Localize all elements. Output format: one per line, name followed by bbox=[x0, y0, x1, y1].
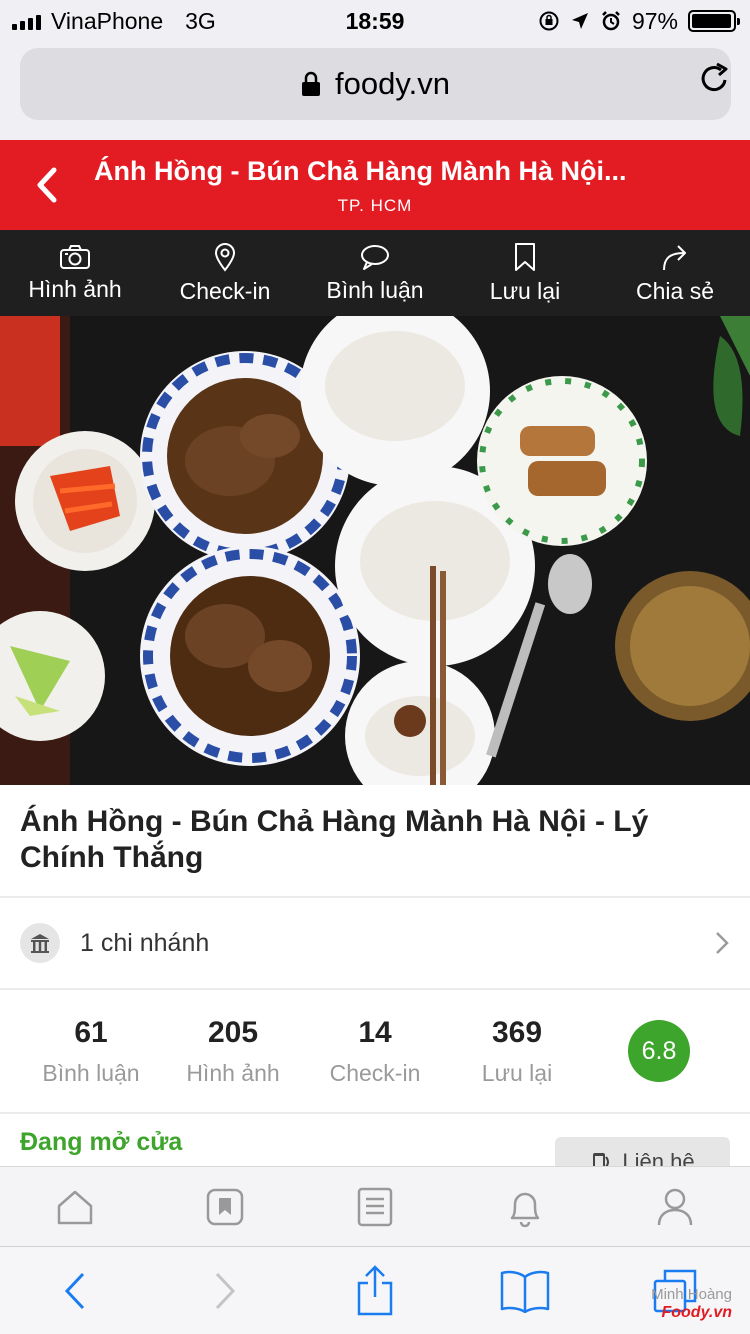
open-book-icon bbox=[500, 1270, 550, 1313]
stat-value: 205 bbox=[207, 1016, 259, 1049]
battery-icon bbox=[688, 10, 740, 32]
address-bar[interactable]: foody.vn bbox=[20, 48, 731, 120]
stat-photos[interactable]: 205 Hình ảnh bbox=[162, 1016, 304, 1087]
lock-icon bbox=[302, 71, 321, 96]
action-comment[interactable]: Bình luận bbox=[300, 230, 450, 316]
action-label: Bình luận bbox=[326, 276, 424, 303]
camera-icon bbox=[60, 244, 90, 269]
rating-score-badge[interactable]: 6.8 bbox=[628, 1020, 690, 1082]
chevron-right-icon bbox=[716, 932, 729, 954]
chevron-left-icon bbox=[64, 1272, 85, 1309]
stat-value: 14 bbox=[358, 1016, 392, 1049]
url-text: foody.vn bbox=[335, 66, 450, 101]
open-status: Đang mở cửa bbox=[20, 1128, 183, 1156]
stat-label: Hình ảnh bbox=[186, 1060, 280, 1086]
bookmarks-button[interactable] bbox=[450, 1269, 600, 1313]
reload-icon[interactable] bbox=[698, 60, 732, 96]
branch-count: 1 chi nhánh bbox=[80, 928, 210, 957]
browser-forward-button[interactable] bbox=[150, 1271, 300, 1311]
action-label: Lưu lại bbox=[489, 277, 561, 304]
comment-icon bbox=[361, 244, 389, 270]
share-sheet-icon bbox=[357, 1264, 393, 1315]
stat-saves[interactable]: 369 Lưu lại bbox=[446, 1016, 588, 1087]
stat-value: 369 bbox=[491, 1016, 543, 1049]
stat-checkins[interactable]: 14 Check-in bbox=[304, 1016, 446, 1087]
location-arrow-icon bbox=[571, 13, 588, 29]
food-photo-illustration bbox=[0, 316, 750, 785]
tab-feed[interactable] bbox=[300, 1187, 450, 1227]
page-header: Ánh Hồng - Bún Chả Hàng Mành Hà Nội... T… bbox=[0, 140, 750, 230]
storefront-icon bbox=[20, 923, 60, 963]
tab-collections[interactable] bbox=[150, 1188, 300, 1226]
city-label: TP. HCM bbox=[337, 196, 413, 215]
divider bbox=[0, 988, 750, 990]
list-document-icon bbox=[357, 1187, 393, 1226]
browser-toolbar bbox=[0, 1246, 750, 1334]
share-icon bbox=[663, 244, 686, 270]
photo-watermark: Minh Hoàng Foody.vn bbox=[651, 1286, 732, 1322]
carrier-name: VinaPhone bbox=[51, 7, 164, 34]
stat-label: Bình luận bbox=[42, 1060, 140, 1086]
browser-back-button[interactable] bbox=[0, 1271, 150, 1311]
watermark-author: Minh Hoàng bbox=[651, 1286, 732, 1303]
status-bar: VinaPhone 3G 18:59 97% bbox=[0, 0, 750, 42]
stat-label: Check-in bbox=[329, 1060, 421, 1086]
home-icon bbox=[57, 1190, 93, 1224]
share-button[interactable] bbox=[300, 1264, 450, 1317]
app-tab-bar bbox=[0, 1166, 750, 1246]
action-bar: Hình ảnh Check-in Bình luận Lưu lại Chia… bbox=[0, 230, 750, 316]
tab-notifications[interactable] bbox=[450, 1187, 600, 1227]
watermark-brand: Foody.vn bbox=[661, 1304, 732, 1321]
action-share[interactable]: Chia sẻ bbox=[600, 230, 750, 316]
action-photos[interactable]: Hình ảnh bbox=[0, 230, 150, 316]
bookmark-icon bbox=[515, 242, 535, 271]
stat-comments[interactable]: 61 Bình luận bbox=[20, 1016, 162, 1087]
battery-percent: 97% bbox=[631, 7, 678, 34]
action-save[interactable]: Lưu lại bbox=[450, 230, 600, 316]
user-icon bbox=[657, 1188, 693, 1225]
action-checkin[interactable]: Check-in bbox=[150, 230, 300, 316]
divider bbox=[0, 1112, 750, 1114]
bell-icon bbox=[510, 1192, 540, 1227]
stat-label: Lưu lại bbox=[481, 1060, 553, 1086]
network-type: 3G bbox=[185, 7, 216, 34]
tab-profile[interactable] bbox=[600, 1187, 750, 1227]
orientation-lock-icon bbox=[539, 11, 559, 31]
stats-row: 61 Bình luận 205 Hình ảnh 14 Check-in 36… bbox=[0, 1000, 750, 1110]
stat-value: 61 bbox=[74, 1016, 108, 1049]
chevron-right-icon bbox=[215, 1272, 236, 1309]
restaurant-name: Ánh Hồng - Bún Chả Hàng Mành Hà Nội - Lý… bbox=[20, 805, 649, 874]
browser-address-area: foody.vn bbox=[0, 42, 750, 140]
tab-home[interactable] bbox=[0, 1188, 150, 1226]
action-label: Check-in bbox=[179, 277, 271, 304]
location-pin-icon bbox=[214, 242, 236, 272]
page-title: Ánh Hồng - Bún Chả Hàng Mành Hà Nội... bbox=[94, 156, 627, 186]
branch-row[interactable]: 1 chi nhánh bbox=[0, 898, 750, 988]
restaurant-photo[interactable] bbox=[0, 316, 750, 785]
action-label: Hình ảnh bbox=[28, 275, 122, 302]
alarm-icon bbox=[602, 11, 620, 31]
signal-strength-icon bbox=[12, 12, 41, 30]
action-label: Chia sẻ bbox=[636, 277, 714, 304]
collection-icon bbox=[206, 1188, 244, 1225]
